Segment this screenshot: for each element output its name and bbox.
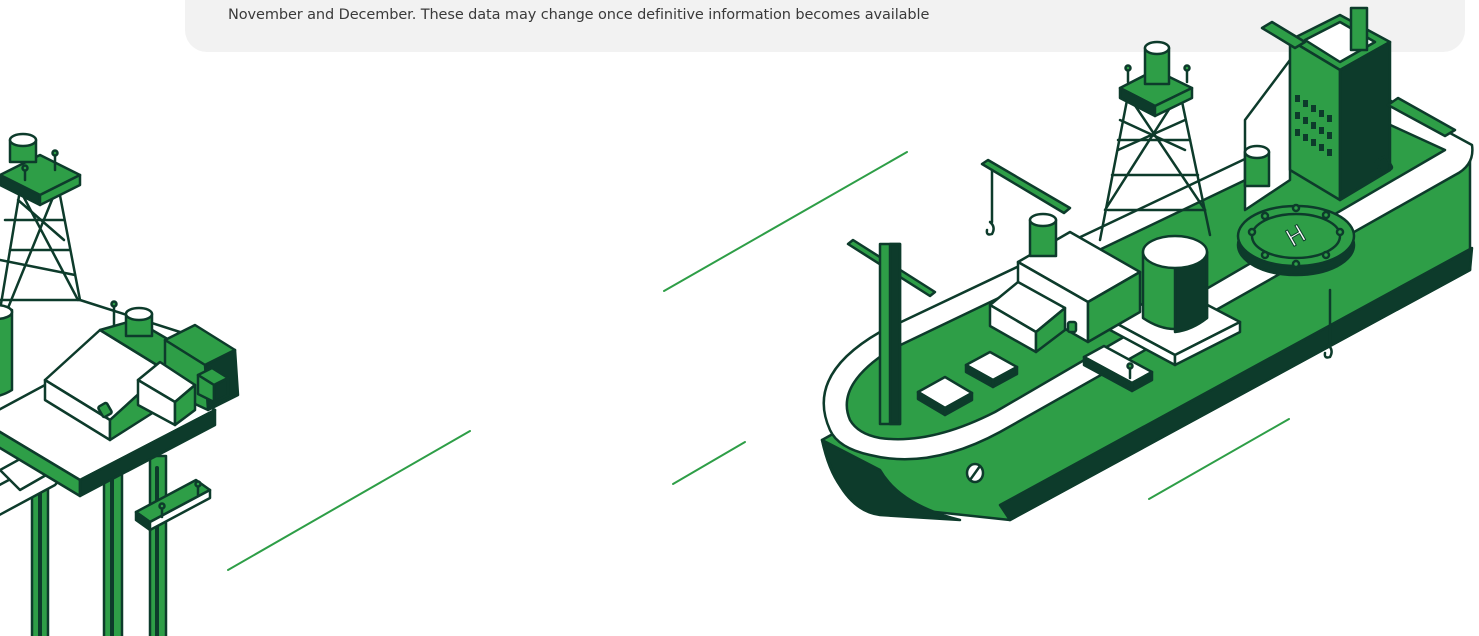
motion-line [672, 441, 746, 485]
offshore-platform-icon [0, 132, 240, 636]
platform-derrick [0, 183, 207, 342]
platform-derrick-top [0, 132, 82, 207]
ship-derrick-top [1118, 40, 1194, 118]
ship-icon: H [820, 6, 1474, 522]
illustration-canvas: H [0, 6, 1474, 636]
page: November and December. These data may ch… [0, 0, 1479, 636]
motion-line [663, 151, 908, 292]
platform-side-box [134, 478, 212, 532]
hook-icon [985, 220, 995, 236]
ship-vent [1243, 144, 1271, 188]
platform-tank [0, 303, 14, 397]
motion-line [227, 430, 471, 571]
